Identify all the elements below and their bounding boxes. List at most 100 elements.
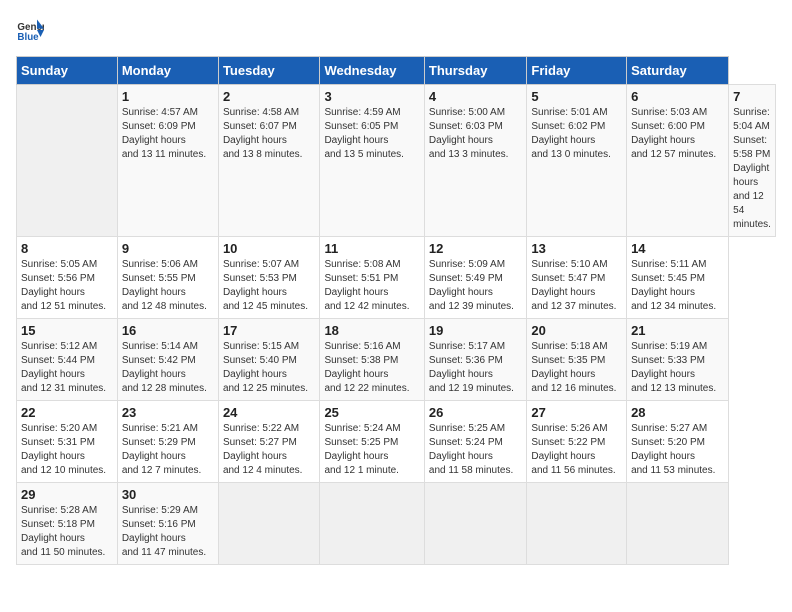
day-info: Sunrise: 5:27 AM Sunset: 5:20 PM Dayligh… bbox=[631, 422, 724, 478]
day-number: 4 bbox=[429, 89, 522, 104]
day-info: Sunrise: 5:01 AM Sunset: 6:02 PM Dayligh… bbox=[531, 106, 622, 162]
calendar-cell: 3 Sunrise: 4:59 AM Sunset: 6:05 PM Dayli… bbox=[320, 85, 424, 237]
calendar-cell: 14 Sunrise: 5:11 AM Sunset: 5:45 PM Dayl… bbox=[627, 237, 729, 319]
calendar-cell: 15 Sunrise: 5:12 AM Sunset: 5:44 PM Dayl… bbox=[17, 319, 118, 401]
calendar-cell: 8 Sunrise: 5:05 AM Sunset: 5:56 PM Dayli… bbox=[17, 237, 118, 319]
day-number: 10 bbox=[223, 241, 316, 256]
day-number: 3 bbox=[324, 89, 419, 104]
day-number: 24 bbox=[223, 405, 316, 420]
day-info: Sunrise: 5:26 AM Sunset: 5:22 PM Dayligh… bbox=[531, 422, 622, 478]
day-info: Sunrise: 5:06 AM Sunset: 5:55 PM Dayligh… bbox=[122, 258, 214, 314]
day-header-friday: Friday bbox=[527, 57, 627, 85]
day-number: 25 bbox=[324, 405, 419, 420]
day-number: 8 bbox=[21, 241, 113, 256]
day-info: Sunrise: 5:24 AM Sunset: 5:25 PM Dayligh… bbox=[324, 422, 419, 478]
logo: General Blue bbox=[16, 16, 48, 44]
day-number: 6 bbox=[631, 89, 724, 104]
day-number: 20 bbox=[531, 323, 622, 338]
day-info: Sunrise: 5:07 AM Sunset: 5:53 PM Dayligh… bbox=[223, 258, 316, 314]
day-info: Sunrise: 4:57 AM Sunset: 6:09 PM Dayligh… bbox=[122, 106, 214, 162]
day-number: 16 bbox=[122, 323, 214, 338]
calendar-cell: 20 Sunrise: 5:18 AM Sunset: 5:35 PM Dayl… bbox=[527, 319, 627, 401]
calendar-cell: 16 Sunrise: 5:14 AM Sunset: 5:42 PM Dayl… bbox=[117, 319, 218, 401]
day-info: Sunrise: 5:18 AM Sunset: 5:35 PM Dayligh… bbox=[531, 340, 622, 396]
day-number: 14 bbox=[631, 241, 724, 256]
day-header-wednesday: Wednesday bbox=[320, 57, 424, 85]
calendar-cell: 5 Sunrise: 5:01 AM Sunset: 6:02 PM Dayli… bbox=[527, 85, 627, 237]
day-info: Sunrise: 5:25 AM Sunset: 5:24 PM Dayligh… bbox=[429, 422, 522, 478]
day-info: Sunrise: 5:05 AM Sunset: 5:56 PM Dayligh… bbox=[21, 258, 113, 314]
svg-text:Blue: Blue bbox=[17, 32, 39, 43]
day-info: Sunrise: 5:11 AM Sunset: 5:45 PM Dayligh… bbox=[631, 258, 724, 314]
day-number: 11 bbox=[324, 241, 419, 256]
day-info: Sunrise: 5:15 AM Sunset: 5:40 PM Dayligh… bbox=[223, 340, 316, 396]
day-info: Sunrise: 5:14 AM Sunset: 5:42 PM Dayligh… bbox=[122, 340, 214, 396]
calendar-cell bbox=[627, 483, 729, 565]
day-info: Sunrise: 5:09 AM Sunset: 5:49 PM Dayligh… bbox=[429, 258, 522, 314]
day-info: Sunrise: 5:10 AM Sunset: 5:47 PM Dayligh… bbox=[531, 258, 622, 314]
calendar-cell bbox=[424, 483, 526, 565]
calendar-cell: 29 Sunrise: 5:28 AM Sunset: 5:18 PM Dayl… bbox=[17, 483, 118, 565]
day-info: Sunrise: 5:28 AM Sunset: 5:18 PM Dayligh… bbox=[21, 504, 113, 560]
day-number: 27 bbox=[531, 405, 622, 420]
calendar-cell: 18 Sunrise: 5:16 AM Sunset: 5:38 PM Dayl… bbox=[320, 319, 424, 401]
day-number: 18 bbox=[324, 323, 419, 338]
day-number: 29 bbox=[21, 487, 113, 502]
day-number: 26 bbox=[429, 405, 522, 420]
day-header-monday: Monday bbox=[117, 57, 218, 85]
day-info: Sunrise: 5:12 AM Sunset: 5:44 PM Dayligh… bbox=[21, 340, 113, 396]
day-number: 23 bbox=[122, 405, 214, 420]
day-info: Sunrise: 5:19 AM Sunset: 5:33 PM Dayligh… bbox=[631, 340, 724, 396]
day-header-thursday: Thursday bbox=[424, 57, 526, 85]
day-info: Sunrise: 5:22 AM Sunset: 5:27 PM Dayligh… bbox=[223, 422, 316, 478]
calendar-cell: 6 Sunrise: 5:03 AM Sunset: 6:00 PM Dayli… bbox=[627, 85, 729, 237]
day-header-sunday: Sunday bbox=[17, 57, 118, 85]
day-number: 30 bbox=[122, 487, 214, 502]
logo-icon: General Blue bbox=[16, 16, 44, 44]
calendar-cell: 24 Sunrise: 5:22 AM Sunset: 5:27 PM Dayl… bbox=[218, 401, 320, 483]
day-number: 13 bbox=[531, 241, 622, 256]
calendar-cell: 9 Sunrise: 5:06 AM Sunset: 5:55 PM Dayli… bbox=[117, 237, 218, 319]
calendar-cell: 4 Sunrise: 5:00 AM Sunset: 6:03 PM Dayli… bbox=[424, 85, 526, 237]
day-info: Sunrise: 5:17 AM Sunset: 5:36 PM Dayligh… bbox=[429, 340, 522, 396]
day-number: 9 bbox=[122, 241, 214, 256]
calendar-cell: 13 Sunrise: 5:10 AM Sunset: 5:47 PM Dayl… bbox=[527, 237, 627, 319]
calendar-cell: 22 Sunrise: 5:20 AM Sunset: 5:31 PM Dayl… bbox=[17, 401, 118, 483]
calendar-cell: 19 Sunrise: 5:17 AM Sunset: 5:36 PM Dayl… bbox=[424, 319, 526, 401]
day-number: 28 bbox=[631, 405, 724, 420]
day-number: 22 bbox=[21, 405, 113, 420]
calendar-cell: 7 Sunrise: 5:04 AM Sunset: 5:58 PM Dayli… bbox=[729, 85, 776, 237]
day-number: 12 bbox=[429, 241, 522, 256]
calendar-cell: 17 Sunrise: 5:15 AM Sunset: 5:40 PM Dayl… bbox=[218, 319, 320, 401]
day-number: 2 bbox=[223, 89, 316, 104]
day-info: Sunrise: 4:58 AM Sunset: 6:07 PM Dayligh… bbox=[223, 106, 316, 162]
day-number: 21 bbox=[631, 323, 724, 338]
day-info: Sunrise: 4:59 AM Sunset: 6:05 PM Dayligh… bbox=[324, 106, 419, 162]
calendar-cell: 11 Sunrise: 5:08 AM Sunset: 5:51 PM Dayl… bbox=[320, 237, 424, 319]
calendar-cell: 10 Sunrise: 5:07 AM Sunset: 5:53 PM Dayl… bbox=[218, 237, 320, 319]
day-number: 19 bbox=[429, 323, 522, 338]
day-info: Sunrise: 5:03 AM Sunset: 6:00 PM Dayligh… bbox=[631, 106, 724, 162]
calendar-cell: 1 Sunrise: 4:57 AM Sunset: 6:09 PM Dayli… bbox=[117, 85, 218, 237]
day-number: 15 bbox=[21, 323, 113, 338]
calendar-cell: 28 Sunrise: 5:27 AM Sunset: 5:20 PM Dayl… bbox=[627, 401, 729, 483]
calendar-table: SundayMondayTuesdayWednesdayThursdayFrid… bbox=[16, 56, 776, 565]
day-header-tuesday: Tuesday bbox=[218, 57, 320, 85]
calendar-cell bbox=[218, 483, 320, 565]
calendar-cell: 27 Sunrise: 5:26 AM Sunset: 5:22 PM Dayl… bbox=[527, 401, 627, 483]
day-number: 5 bbox=[531, 89, 622, 104]
calendar-cell: 21 Sunrise: 5:19 AM Sunset: 5:33 PM Dayl… bbox=[627, 319, 729, 401]
day-header-saturday: Saturday bbox=[627, 57, 729, 85]
calendar-cell: 2 Sunrise: 4:58 AM Sunset: 6:07 PM Dayli… bbox=[218, 85, 320, 237]
calendar-cell: 12 Sunrise: 5:09 AM Sunset: 5:49 PM Dayl… bbox=[424, 237, 526, 319]
day-info: Sunrise: 5:08 AM Sunset: 5:51 PM Dayligh… bbox=[324, 258, 419, 314]
calendar-cell bbox=[320, 483, 424, 565]
calendar-cell: 30 Sunrise: 5:29 AM Sunset: 5:16 PM Dayl… bbox=[117, 483, 218, 565]
day-info: Sunrise: 5:00 AM Sunset: 6:03 PM Dayligh… bbox=[429, 106, 522, 162]
day-number: 1 bbox=[122, 89, 214, 104]
page-header: General Blue bbox=[16, 16, 776, 44]
day-info: Sunrise: 5:20 AM Sunset: 5:31 PM Dayligh… bbox=[21, 422, 113, 478]
calendar-cell bbox=[527, 483, 627, 565]
day-number: 17 bbox=[223, 323, 316, 338]
day-info: Sunrise: 5:21 AM Sunset: 5:29 PM Dayligh… bbox=[122, 422, 214, 478]
